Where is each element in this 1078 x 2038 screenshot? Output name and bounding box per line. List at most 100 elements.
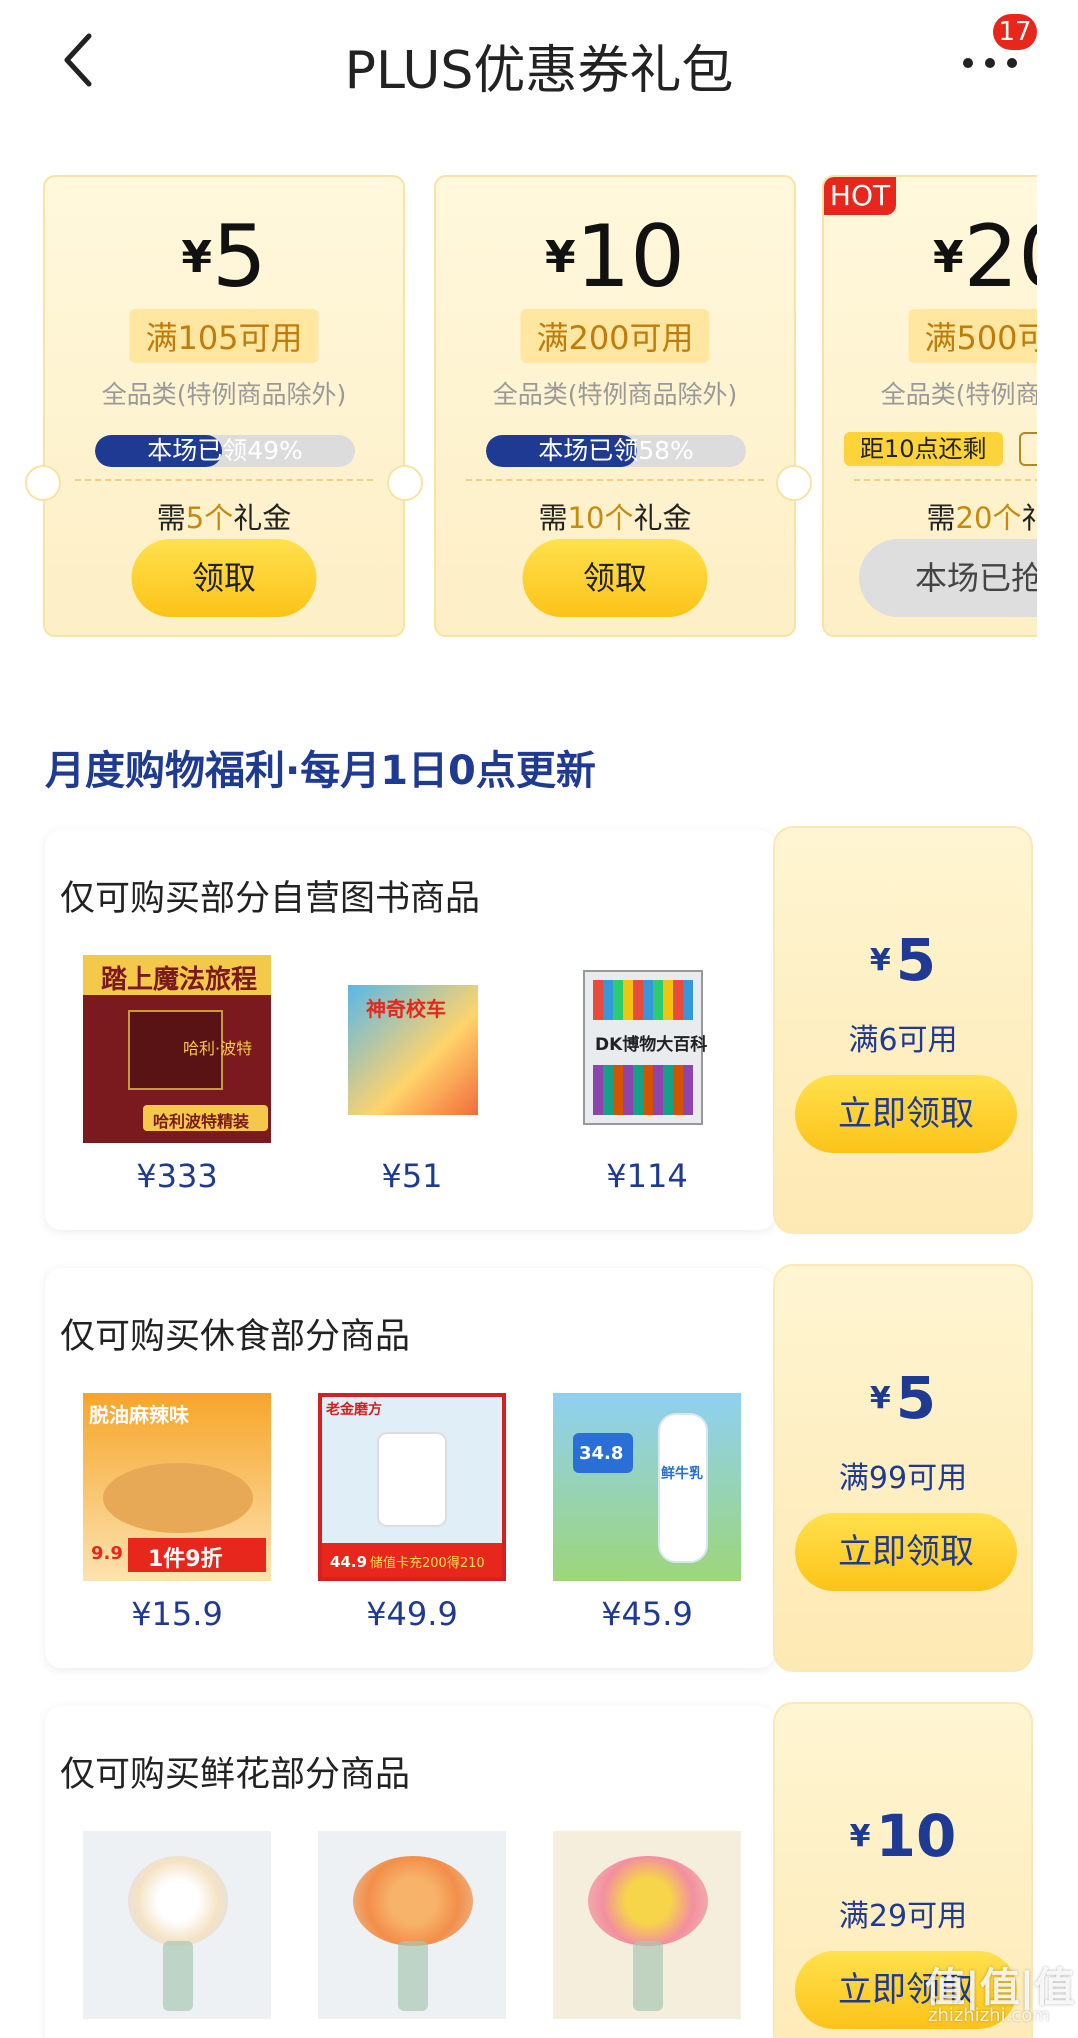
benefit-card-snacks: 仅可购买休食部分商品 脱油麻辣味 1件9折 9.9 ¥15.9 老金磨方 储值卡… [45, 1264, 1035, 1672]
product-price: ¥49.9 [366, 1595, 458, 1633]
claim-button[interactable]: 领取 [522, 539, 708, 617]
product-image: 34.8 鲜牛乳 [553, 1393, 741, 1581]
need-number: 20个 [955, 501, 1022, 535]
product-image-text: 44.9 [330, 1553, 368, 1571]
coupon-condition: 满105可用 [129, 309, 319, 363]
ticket-notch [776, 465, 812, 501]
required-gift-money: 需20个礼金 [824, 495, 1037, 537]
countdown-label: 距10点还剩 [844, 432, 1003, 466]
coupon-condition: 满29可用 [838, 1899, 968, 1934]
product-image-text: 34.8 [579, 1443, 624, 1464]
claim-button[interactable]: 领取 [131, 539, 317, 617]
product-image [83, 1831, 271, 2019]
coupon-amount: ¥ 5 [775, 1364, 1031, 1432]
coupon-ticket: ¥5 满105可用 全品类(特例商品除外) 本场已领49% 需5个礼金 领取 [43, 175, 405, 637]
more-dot [985, 58, 995, 68]
need-number: 5个 [185, 501, 234, 535]
product-item[interactable]: DK博物大百科 ¥114 [553, 955, 741, 1195]
claim-now-button[interactable]: 立即领取 [795, 1075, 1017, 1153]
product-image: 老金磨方 储值卡充200得210 44.9 [318, 1393, 506, 1581]
currency-symbol: ¥ [869, 1381, 891, 1416]
coupon-value: 5 [211, 207, 267, 307]
more-dot [1007, 58, 1017, 68]
product-image-text: 老金磨方 [326, 1402, 382, 1418]
card-title: 仅可购买休食部分商品 [60, 1317, 411, 1357]
coupon-condition: 满200可用 [520, 309, 710, 363]
need-prefix: 需 [926, 501, 956, 535]
coupon-scope: 全品类(特例商品除外) [880, 380, 1037, 409]
product-image-text: 储值卡充200得210 [370, 1556, 485, 1571]
coupon-value: 10 [875, 1802, 957, 1870]
divider [854, 479, 1037, 481]
product-item[interactable]: 踏上魔法旅程 哈利·波特 哈利波特精装 ¥333 [83, 955, 271, 1195]
section-title: 月度购物福利·每月1日0点更新 [45, 748, 596, 794]
product-image [318, 1831, 506, 2019]
coupon-condition: 满500可用 [908, 309, 1037, 363]
benefit-card-products: 仅可购买鲜花部分商品 [45, 1706, 775, 2038]
coupon-scope: 全品类(特例商品除外) [492, 380, 738, 409]
claim-progress-bar: 本场已领58% [486, 435, 746, 467]
coupon-ticket: HOT ¥20 满500可用 全品类(特例商品除外) 距10点还剩 需20个礼金… [822, 175, 1037, 637]
currency-symbol: ¥ [849, 1819, 871, 1854]
product-price: ¥45.9 [601, 1595, 693, 1633]
coupon-value: 20 [963, 207, 1037, 307]
page: PLUS优惠券礼包 17 ¥5 满105可用 全品类(特例商品除外) 本场已领4… [0, 0, 1078, 2038]
ticket-notch [25, 465, 61, 501]
currency-symbol: ¥ [932, 232, 964, 283]
currency-symbol: ¥ [869, 943, 891, 978]
benefit-card-flowers: 仅可购买鲜花部分商品 ¥ 10 满29可用 立即领取 [45, 1702, 1035, 2038]
need-prefix: 需 [156, 501, 186, 535]
divider [75, 479, 373, 481]
product-image-text: 9.9 [91, 1543, 123, 1564]
product-image-text: 神奇校车 [366, 997, 446, 1021]
product-price: ¥15.9 [131, 1595, 223, 1633]
notification-badge: 17 [993, 14, 1037, 50]
sold-out-button[interactable]: 本场已抢光 [859, 539, 1037, 617]
card-title: 仅可购买鲜花部分商品 [60, 1755, 411, 1795]
product-price: ¥333 [136, 1157, 218, 1195]
coupon-value: 5 [895, 1364, 937, 1432]
ticket-notch [387, 465, 423, 501]
coupon-panel: ¥ 5 满99可用 立即领取 [773, 1264, 1033, 1672]
coupon-ticket: ¥10 满200可用 全品类(特例商品除外) 本场已领58% 需10个礼金 领取 [434, 175, 796, 637]
coupon-amount: ¥20 [824, 207, 1037, 307]
product-item[interactable]: 34.8 鲜牛乳 ¥45.9 [553, 1393, 741, 1633]
product-image-text: 踏上魔法旅程 [101, 965, 258, 995]
product-image: DK博物大百科 [553, 955, 741, 1143]
coupon-amount: ¥10 [436, 207, 794, 307]
product-item[interactable] [318, 1831, 506, 2033]
coupon-ticket-row: ¥5 满105可用 全品类(特例商品除外) 本场已领49% 需5个礼金 领取 ¥… [0, 175, 1037, 640]
need-suffix: 礼金 [233, 501, 292, 535]
product-image: 脱油麻辣味 1件9折 9.9 [83, 1393, 271, 1581]
need-suffix: 礼金 [1021, 501, 1037, 535]
claim-now-button[interactable]: 立即领取 [795, 1513, 1017, 1591]
coupon-amount: ¥ 10 [775, 1802, 1031, 1870]
required-gift-money: 需10个礼金 [436, 495, 794, 537]
divider [466, 479, 764, 481]
coupon-amount: ¥5 [45, 207, 403, 307]
countdown-timer [1019, 432, 1037, 466]
coupon-panel: ¥ 5 满6可用 立即领取 [773, 826, 1033, 1234]
currency-symbol: ¥ [544, 232, 576, 283]
product-image-text: 鲜牛乳 [661, 1466, 703, 1482]
coupon-amount: ¥ 5 [775, 926, 1031, 994]
product-item[interactable] [83, 1831, 271, 2033]
card-title: 仅可购买部分自营图书商品 [60, 879, 481, 919]
benefit-card-products: 仅可购买休食部分商品 脱油麻辣味 1件9折 9.9 ¥15.9 老金磨方 储值卡… [45, 1268, 775, 1668]
product-item[interactable] [553, 1831, 741, 2033]
product-image [553, 1831, 741, 2019]
product-item[interactable]: 脱油麻辣味 1件9折 9.9 ¥15.9 [83, 1393, 271, 1633]
page-title: PLUS优惠券礼包 [344, 41, 734, 101]
product-item[interactable]: 老金磨方 储值卡充200得210 44.9 ¥49.9 [318, 1393, 506, 1633]
watermark-url: zhizhizhi.com [928, 2005, 1050, 2026]
currency-symbol: ¥ [181, 232, 212, 283]
product-price: ¥51 [381, 1157, 443, 1195]
progress-text: 本场已领49% [147, 436, 303, 465]
coupon-scope: 全品类(特例商品除外) [101, 380, 347, 409]
claim-progress-bar: 本场已领49% [95, 435, 355, 467]
coupon-value: 10 [575, 207, 686, 307]
more-dots-icon [963, 58, 973, 68]
product-price: ¥114 [606, 1157, 688, 1195]
product-image-text: DK博物大百科 [595, 1035, 708, 1055]
product-item[interactable]: 神奇校车 ¥51 [318, 955, 506, 1195]
